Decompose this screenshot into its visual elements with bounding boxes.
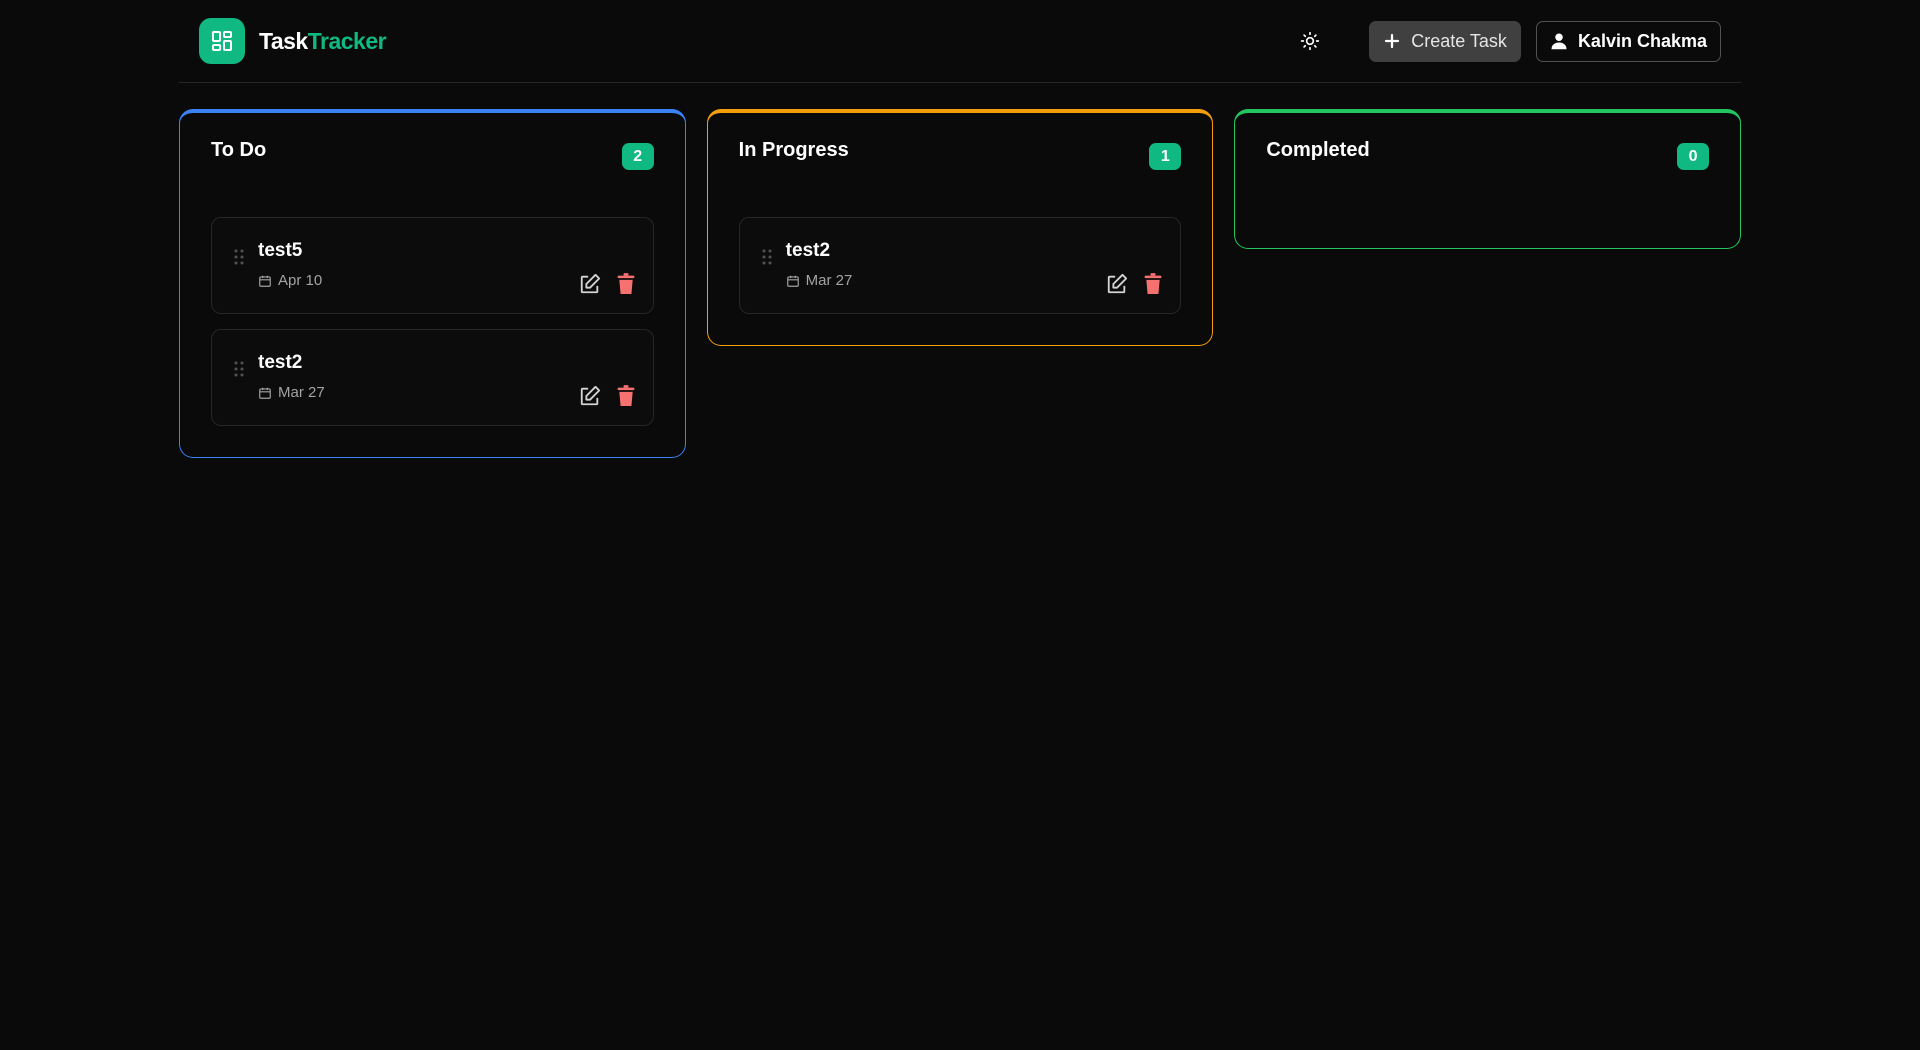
task-count-badge: 1 bbox=[1149, 143, 1182, 170]
trash-icon bbox=[617, 385, 635, 406]
drag-handle-icon[interactable] bbox=[762, 249, 772, 265]
sun-icon bbox=[1301, 31, 1320, 51]
user-menu-button[interactable]: Kalvin Chakma bbox=[1535, 20, 1721, 62]
column-todo: To Do 2 test5 Apr 10 test2 Mar 27 bbox=[179, 109, 686, 458]
app-title: TaskTracker bbox=[259, 27, 387, 55]
drag-handle-icon[interactable] bbox=[234, 249, 244, 265]
task-date-text: Mar 27 bbox=[278, 384, 325, 401]
brand[interactable]: TaskTracker bbox=[199, 18, 387, 64]
edit-icon bbox=[580, 385, 600, 406]
trash-icon bbox=[1145, 273, 1162, 294]
task-date-text: Mar 27 bbox=[805, 272, 853, 289]
column-title: To Do bbox=[211, 139, 267, 161]
user-name: Kalvin Chakma bbox=[1577, 30, 1707, 51]
task-count-badge: 0 bbox=[1677, 143, 1710, 170]
column-title: Completed bbox=[1266, 139, 1370, 161]
task-actions bbox=[579, 385, 637, 407]
app-container: TaskTracker Create Task Kalvin Chakma To… bbox=[179, 0, 1742, 458]
delete-task-button[interactable] bbox=[615, 385, 637, 407]
column-header: To Do 2 bbox=[211, 139, 654, 217]
create-task-label: Create Task bbox=[1411, 30, 1507, 51]
task-date-text: Apr 10 bbox=[278, 272, 323, 289]
edit-icon bbox=[580, 273, 600, 294]
task-actions bbox=[1106, 273, 1164, 295]
column-header: In Progress 1 bbox=[739, 139, 1182, 217]
kanban-board: To Do 2 test5 Apr 10 test2 Mar 27 In Pro… bbox=[179, 109, 1742, 458]
delete-task-button[interactable] bbox=[615, 273, 637, 295]
task-count-badge: 2 bbox=[621, 143, 654, 170]
drag-handle-icon[interactable] bbox=[234, 361, 244, 377]
column-in-progress: In Progress 1 test2 Mar 27 bbox=[706, 109, 1214, 346]
calendar-icon bbox=[786, 275, 799, 287]
calendar-icon bbox=[259, 387, 271, 399]
task-card[interactable]: test5 Apr 10 bbox=[211, 217, 654, 314]
logo-icon bbox=[199, 18, 245, 64]
plus-icon bbox=[1385, 33, 1400, 49]
delete-task-button[interactable] bbox=[1142, 273, 1164, 295]
task-title: test5 bbox=[258, 240, 303, 261]
column-title: In Progress bbox=[738, 139, 849, 161]
column-header: Completed 0 bbox=[1266, 139, 1710, 217]
create-task-button[interactable]: Create Task bbox=[1369, 20, 1521, 62]
task-title: test2 bbox=[258, 352, 303, 373]
calendar-icon bbox=[259, 275, 271, 287]
trash-icon bbox=[617, 273, 635, 294]
task-list: test5 Apr 10 test2 Mar 27 bbox=[211, 217, 654, 426]
edit-task-button[interactable] bbox=[1106, 273, 1128, 295]
task-card[interactable]: test2 Mar 27 bbox=[211, 329, 654, 426]
task-card[interactable]: test2 Mar 27 bbox=[738, 217, 1182, 314]
task-title: test2 bbox=[785, 240, 831, 261]
top-bar: TaskTracker Create Task Kalvin Chakma bbox=[179, 0, 1741, 83]
edit-task-button[interactable] bbox=[579, 273, 601, 295]
theme-toggle-button[interactable] bbox=[1290, 21, 1330, 61]
column-completed: Completed 0 bbox=[1234, 109, 1742, 249]
user-icon bbox=[1551, 33, 1567, 50]
edit-task-button[interactable] bbox=[579, 385, 601, 407]
edit-icon bbox=[1108, 273, 1128, 294]
task-list: test2 Mar 27 bbox=[738, 217, 1182, 314]
app-title-part1: Task bbox=[259, 27, 308, 54]
header-actions: Create Task Kalvin Chakma bbox=[1290, 20, 1721, 62]
task-actions bbox=[579, 273, 637, 295]
app-title-part2: Tracker bbox=[307, 27, 387, 54]
